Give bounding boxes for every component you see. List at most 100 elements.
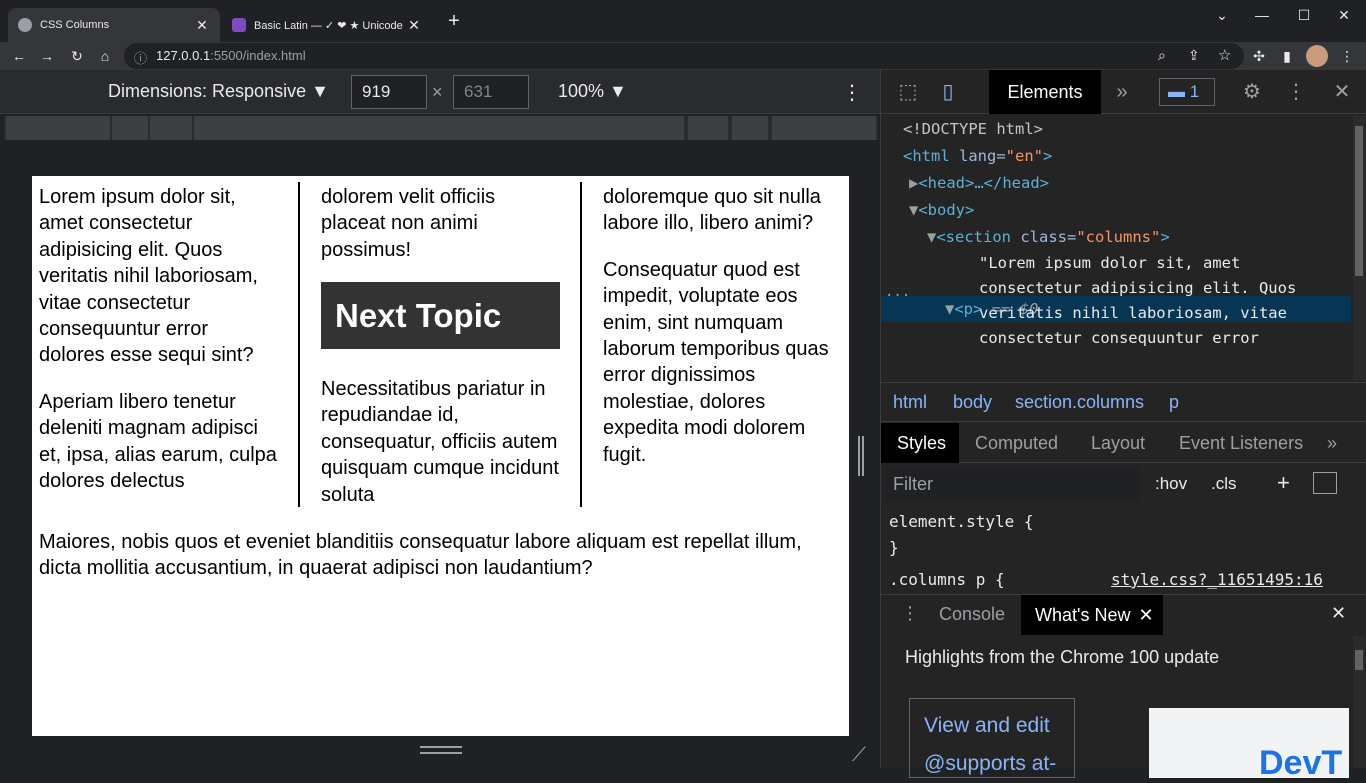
close-devtools-icon[interactable]: ✕ xyxy=(1329,80,1355,104)
close-tab-icon[interactable]: ✕ xyxy=(406,17,422,34)
dom-text-line: veritatis nihil laboriosam, vitae xyxy=(979,304,1287,322)
extensions-icon[interactable]: ✣ xyxy=(1248,46,1270,66)
dom-body[interactable]: ▼<body> xyxy=(909,201,974,219)
reload-icon[interactable]: ↻ xyxy=(66,46,88,66)
media-query-bar[interactable] xyxy=(4,116,878,140)
new-tab-button[interactable]: + xyxy=(434,10,474,32)
side-panel-icon[interactable]: ▮ xyxy=(1276,46,1298,66)
dom-doctype[interactable]: <!DOCTYPE html> xyxy=(903,120,1043,138)
paragraph: doloremque quo sit nulla labore illo, li… xyxy=(603,186,821,235)
devtools-toolbar: ⬚ ▯ Elements » ▬ 1 ⚙ ⋮ ✕ xyxy=(881,70,1366,114)
paragraph: Aperiam libero tenetur deleniti magnam a… xyxy=(39,390,277,493)
back-icon[interactable]: ← xyxy=(8,46,30,66)
drawer-scrollbar[interactable] xyxy=(1353,636,1365,768)
hov-toggle[interactable]: :hov xyxy=(1155,474,1187,494)
devtools-menu-icon[interactable]: ⋮ xyxy=(1283,80,1309,104)
settings-gear-icon[interactable]: ⚙ xyxy=(1239,80,1265,104)
dom-tree: ··· <!DOCTYPE html> <html lang="en"> ▶<h… xyxy=(881,116,1351,380)
whats-new-heading: Highlights from the Chrome 100 update xyxy=(905,647,1220,667)
collapse-arrow-icon: ▼ xyxy=(927,228,937,246)
resize-handle-right[interactable] xyxy=(858,436,864,476)
emulated-page: Lorem ipsum dolor sit, amet consectetur … xyxy=(32,176,849,736)
more-tabs-icon[interactable]: » xyxy=(1327,423,1337,463)
tab-styles[interactable]: Styles xyxy=(881,423,959,463)
maximize-button[interactable]: ☐ xyxy=(1284,4,1324,26)
bookmark-star-icon[interactable]: ☆ xyxy=(1218,46,1231,64)
paragraph: Maiores, nobis quos et eveniet blanditii… xyxy=(39,531,802,580)
share-icon[interactable]: ⇪ xyxy=(1188,47,1200,64)
minimize-button[interactable]: — xyxy=(1242,4,1282,26)
device-more-icon[interactable]: ⋮ xyxy=(842,80,862,105)
tab-search-icon[interactable]: ⌄ xyxy=(1202,4,1242,26)
paragraph: dolorem velit officiis placeat non animi… xyxy=(321,186,496,261)
tab-event-listeners[interactable]: Event Listeners xyxy=(1179,423,1303,463)
drawer-tabbar: ⋮ Console What's New ✕ ✕ xyxy=(881,594,1366,635)
home-icon[interactable]: ⌂ xyxy=(94,46,116,66)
rule-selector[interactable]: .columns p { xyxy=(889,570,1005,589)
issues-count: 1 xyxy=(1189,82,1200,101)
rule-source-link[interactable]: style.css?_11651495:16 xyxy=(1111,570,1323,589)
cls-toggle[interactable]: .cls xyxy=(1211,474,1237,494)
next-topic-heading: Next Topic xyxy=(321,282,560,349)
close-brace: } xyxy=(889,538,899,557)
globe-icon xyxy=(18,18,32,32)
devtools-panel: ⬚ ▯ Elements » ▬ 1 ⚙ ⋮ ✕ ··· <!DOCTYPE h… xyxy=(880,70,1366,778)
profile-avatar[interactable] xyxy=(1306,45,1328,67)
close-drawer-icon[interactable]: ✕ xyxy=(1331,603,1346,624)
paragraph: Lorem ipsum dolor sit, amet consectetur … xyxy=(39,186,258,367)
column-2: dolorem velit officiis placeat non animi… xyxy=(321,184,561,283)
dom-text-line: consectetur adipisicing elit. Quos xyxy=(979,279,1297,297)
dom-html[interactable]: <html lang="en"> xyxy=(903,147,1052,165)
issues-button[interactable]: ▬ 1 xyxy=(1159,78,1215,106)
filter-input[interactable]: Filter xyxy=(885,468,1139,500)
width-input[interactable]: 919 xyxy=(351,75,427,109)
resize-corner-icon[interactable]: ⟋ xyxy=(852,744,866,767)
tab-console[interactable]: Console xyxy=(939,604,1005,625)
breadcrumb-section[interactable]: section.columns xyxy=(1015,392,1144,413)
address-bar[interactable]: ⓘ 127.0.0.1:5500/index.html ⌕ ⇪ ☆ xyxy=(124,43,1244,69)
dimensions-dropdown[interactable]: Dimensions: Responsive ▼ xyxy=(108,81,329,102)
dom-text-line: consectetur consequuntur error xyxy=(979,329,1259,347)
dom-scrollbar[interactable] xyxy=(1353,116,1365,380)
zoom-search-icon[interactable]: ⌕ xyxy=(1158,47,1166,64)
forward-icon[interactable]: → xyxy=(36,46,58,66)
toggle-sidebar-icon[interactable] xyxy=(1313,472,1337,494)
tab-whats-new[interactable]: What's New ✕ xyxy=(1021,595,1163,635)
close-window-button[interactable]: ✕ xyxy=(1324,4,1364,26)
column-1: Lorem ipsum dolor sit, amet consectetur … xyxy=(39,184,279,514)
tab-title: Basic Latin — ✓ ❤ ★ Unicode xyxy=(254,19,403,32)
tab-css-columns[interactable]: CSS Columns ✕ xyxy=(8,8,220,42)
url-text[interactable]: 127.0.0.1:5500/index.html xyxy=(156,43,306,69)
tab-layout[interactable]: Layout xyxy=(1091,423,1145,463)
height-input[interactable]: 631 xyxy=(453,75,529,109)
dom-head[interactable]: ▶<head>…</head> xyxy=(909,174,1049,192)
close-tab-icon[interactable]: ✕ xyxy=(1138,605,1153,625)
feature-link-card[interactable]: View and edit @supports at- xyxy=(909,698,1075,778)
node-actions-ellipsis[interactable]: ··· xyxy=(885,288,910,304)
tab-title: CSS Columns xyxy=(40,19,110,31)
tab-computed[interactable]: Computed xyxy=(975,423,1058,463)
tab-elements[interactable]: Elements xyxy=(989,70,1101,114)
device-toggle-icon[interactable]: ▯ xyxy=(935,80,961,104)
info-icon[interactable]: ⓘ xyxy=(134,48,147,67)
more-tabs-icon[interactable]: » xyxy=(1109,80,1135,104)
element-style-rule[interactable]: element.style { xyxy=(889,512,1034,531)
menu-icon[interactable]: ⋮ xyxy=(1336,46,1358,66)
resize-handle-bottom[interactable] xyxy=(420,746,462,754)
zoom-dropdown[interactable]: 100% ▼ xyxy=(558,81,627,102)
tab-basic-latin[interactable]: Basic Latin — ✓ ❤ ★ Unicode ✕ xyxy=(222,8,432,42)
tab-strip: CSS Columns ✕ Basic Latin — ✓ ❤ ★ Unicod… xyxy=(0,0,1366,42)
device-toolbar: Dimensions: Responsive ▼ 919 × 631 100% … xyxy=(0,70,880,114)
browser-toolbar: ← → ↻ ⌂ ⓘ 127.0.0.1:5500/index.html ⌕ ⇪ … xyxy=(0,42,1366,70)
times-sign: × xyxy=(432,82,443,102)
breadcrumb-html[interactable]: html xyxy=(893,392,927,413)
collapse-arrow-icon: ▼ xyxy=(945,300,955,318)
dom-section[interactable]: ▼<section class="columns"> xyxy=(927,228,1170,246)
breadcrumb-body[interactable]: body xyxy=(953,392,992,413)
close-tab-icon[interactable]: ✕ xyxy=(194,17,210,34)
new-rule-icon[interactable]: + xyxy=(1277,470,1290,496)
drawer-menu-icon[interactable]: ⋮ xyxy=(901,603,919,624)
inspect-element-icon[interactable]: ⬚ xyxy=(895,80,921,104)
paragraph: Necessitatibus pariatur in repudiandae i… xyxy=(321,378,559,506)
breadcrumb-p[interactable]: p xyxy=(1169,392,1179,413)
